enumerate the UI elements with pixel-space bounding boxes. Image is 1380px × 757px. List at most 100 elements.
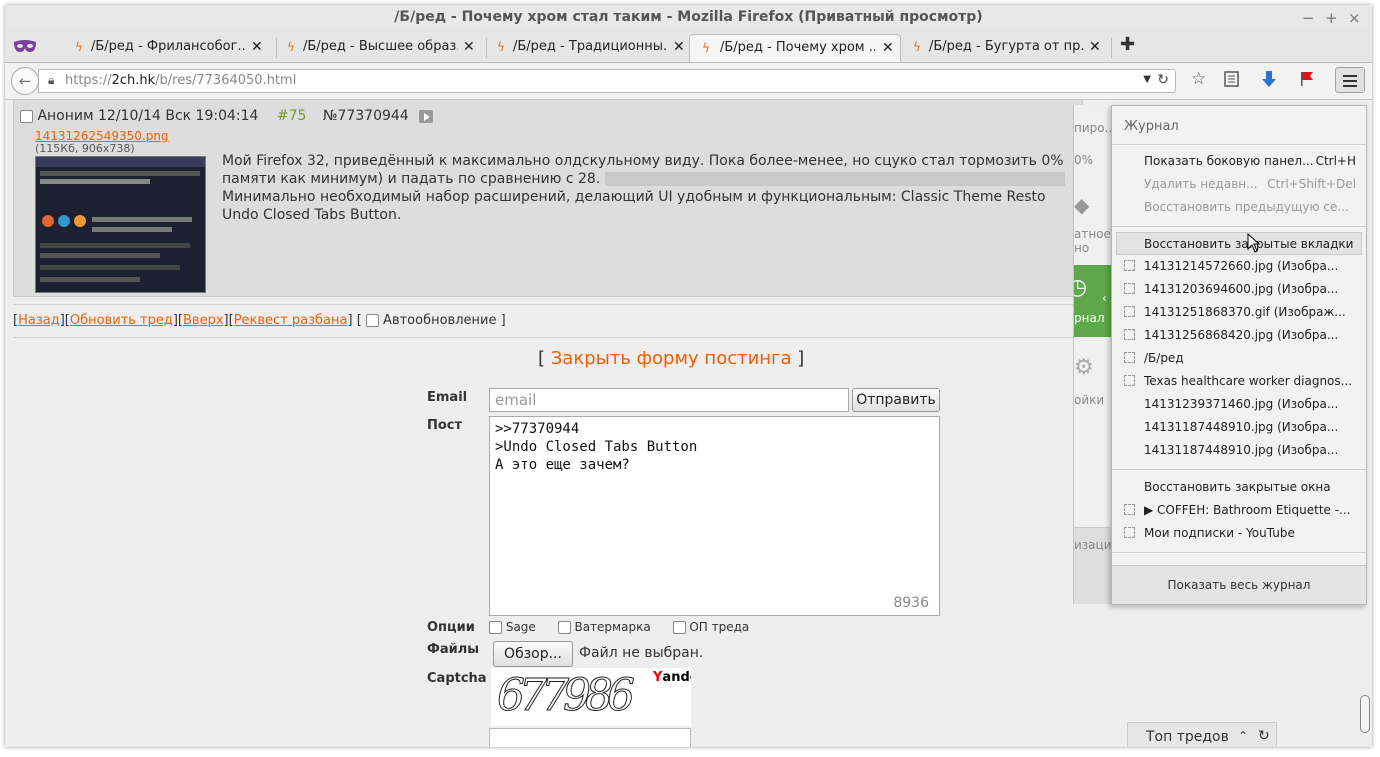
top-link[interactable]: Вверх <box>183 313 224 328</box>
closed-tab-item[interactable]: 14131256868420.jpg (Изобра... <box>1112 324 1366 347</box>
panel-text: пиро... <box>1074 121 1114 135</box>
post-line-1: Мой Firefox 32, приведённый к максимальн… <box>222 153 1037 169</box>
play-icon[interactable] <box>419 109 434 123</box>
post-id-link[interactable]: №77370944 <box>323 108 409 124</box>
browser-window: /Б/ред - Почему хром стал таким - Mozill… <box>5 5 1372 747</box>
tab-3[interactable]: ϟ /Б/ред - Традиционны... ✕ <box>487 34 693 62</box>
post-textarea[interactable]: >>77370944 >Undo Closed Tabs Button А эт… <box>489 416 940 616</box>
mouse-cursor-icon <box>1247 233 1261 253</box>
red-flag-icon[interactable] <box>1300 71 1314 91</box>
tab-5[interactable]: ϟ /Б/ред - Бугурта от пр... ✕ <box>903 34 1109 62</box>
closed-tab-item[interactable]: 14131203694600.jpg (Изобра... <box>1112 278 1366 301</box>
history-restore-session[interactable]: Восстановить предыдущую се... <box>1112 196 1366 219</box>
panel-text: 0% <box>1074 153 1094 167</box>
op-thread-checkbox[interactable] <box>672 621 686 634</box>
tab-close-icon[interactable]: ✕ <box>1089 39 1101 55</box>
history-show-sidebar[interactable]: Показать боковую панел... Ctrl+H <box>1112 150 1366 173</box>
tab-close-icon[interactable]: ✕ <box>882 40 894 56</box>
closed-tab-item[interactable]: 14131187448910.jpg (Изобра... <box>1112 439 1366 462</box>
clock-icon: ◷ <box>1074 275 1087 300</box>
closed-tab-item[interactable]: 14131187448910.jpg (Изобра... <box>1112 416 1366 439</box>
captcha-image[interactable]: 677986 Yandex <box>491 668 691 726</box>
closed-tab-item[interactable]: /Б/ред <box>1112 347 1366 370</box>
closed-tab-item[interactable]: 14131239371460.jpg (Изобра... <box>1112 393 1366 416</box>
bookmark-star-icon[interactable]: ☆ <box>1191 69 1206 89</box>
unban-request-link[interactable]: Реквест разбана <box>234 313 348 328</box>
maximize-button[interactable]: + <box>1325 9 1338 27</box>
refresh-icon[interactable]: ↻ <box>1258 728 1270 744</box>
highlight-bar <box>604 172 1065 186</box>
reload-icon[interactable]: ↻ <box>1157 72 1169 88</box>
minimize-button[interactable]: − <box>1302 9 1315 27</box>
page-favicon-icon <box>1124 283 1135 294</box>
history-item-label: 14131203694600.jpg (Изобра... <box>1144 282 1339 296</box>
yandex-logo: Yandex <box>653 670 691 685</box>
divider <box>1112 226 1366 227</box>
panel-text: рнал <box>1074 311 1105 325</box>
post-body: Мой Firefox 32, приведённый к максимальн… <box>222 152 1072 224</box>
divider <box>13 304 1073 305</box>
private-mask-icon <box>14 40 36 52</box>
autorefresh-checkbox[interactable] <box>365 314 379 327</box>
submit-button[interactable]: Отправить <box>852 388 940 412</box>
email-input[interactable]: email <box>489 388 849 412</box>
history-restore-closed-tabs[interactable]: Восстановить закрытые вкладки <box>1116 232 1362 255</box>
history-menu-item[interactable]: ◷ ‹ рнал <box>1074 265 1114 337</box>
history-item-label: Мои подписки - YouTube <box>1144 526 1295 540</box>
char-counter: 8936 <box>893 595 929 611</box>
captcha-input[interactable] <box>489 728 691 747</box>
sage-checkbox[interactable] <box>489 621 502 634</box>
history-clear-recent[interactable]: Удалить недавн... Ctrl+Shift+Del <box>1112 173 1366 196</box>
back-button[interactable]: ← <box>11 67 39 95</box>
tab-separator <box>1111 38 1112 58</box>
browse-button[interactable]: Обзор... <box>493 641 573 667</box>
tab-close-icon[interactable]: ✕ <box>251 39 263 55</box>
close-window-button[interactable]: × <box>1348 9 1361 27</box>
url-dropdown-icon[interactable]: ▼ <box>1143 74 1151 85</box>
reading-list-icon[interactable] <box>1224 71 1239 91</box>
attachment-link[interactable]: 14131262549350.png <box>35 129 169 143</box>
page-favicon-icon <box>1124 527 1135 538</box>
closed-window-item[interactable]: ▶ COFFEH: Bathroom Etiquette -... <box>1112 499 1366 522</box>
download-arrow-icon[interactable] <box>1262 71 1276 91</box>
top-threads-widget[interactable]: Топ тредов ⌃ ↻ <box>1127 722 1277 747</box>
tab-close-icon[interactable]: ✕ <box>463 39 475 55</box>
closed-window-item[interactable]: Мои подписки - YouTube <box>1112 522 1366 545</box>
post-label: Пост <box>427 418 463 433</box>
tab-1[interactable]: ϟ /Б/ред - Фрилансобог... ✕ <box>65 34 271 62</box>
page-favicon-icon <box>1124 260 1135 271</box>
history-restore-closed-windows[interactable]: Восстановить закрытые окна <box>1112 476 1366 499</box>
closed-tab-item[interactable]: 14131214572660.jpg (Изобра... <box>1112 255 1366 278</box>
post-textarea-line: >Undo Closed Tabs Button <box>495 439 698 455</box>
history-item-label: ▶ COFFEH: Bathroom Etiquette -... <box>1144 503 1351 517</box>
history-item-shortcut: Ctrl+Shift+Del <box>1267 177 1356 191</box>
hamburger-menu-button[interactable] <box>1335 67 1365 93</box>
tab-4-active[interactable]: ϟ /Б/ред - Почему хром ... ✕ <box>689 34 901 62</box>
chevron-up-icon[interactable]: ⌃ <box>1238 729 1248 743</box>
post-header: Аноним 12/10/14 Вск 19:04:14 #75 №773709… <box>20 108 434 124</box>
page-scrollbar-thumb[interactable] <box>1360 695 1370 733</box>
closed-tab-item[interactable]: 14131251868370.gif (Изображ... <box>1112 301 1366 324</box>
captcha-digits: 677986 <box>497 670 636 722</box>
panel-text: атное <box>1074 227 1111 241</box>
show-all-history-button[interactable]: Показать весь журнал <box>1112 565 1366 604</box>
history-item-label: 14131251868370.gif (Изображ... <box>1144 305 1346 319</box>
files-label: Файлы <box>427 642 480 657</box>
tab-2[interactable]: ϟ /Б/ред - Высшее образ... ✕ <box>277 34 483 62</box>
history-item-shortcut: Ctrl+H <box>1315 154 1356 168</box>
attachment-thumbnail[interactable] <box>35 156 206 293</box>
tab-close-icon[interactable]: ✕ <box>673 39 685 55</box>
post-select-checkbox[interactable] <box>20 109 33 123</box>
closed-tab-item[interactable]: Texas healthcare worker diagnos... <box>1112 370 1366 393</box>
back-link[interactable]: Назад <box>18 313 60 328</box>
post-line-2: памяти как минимум) и падать по сравнени… <box>222 171 601 187</box>
url-bar[interactable]: 🔒︎ https://2ch.hk/b/res/77364050.html ▼ … <box>38 69 1176 93</box>
close-form-link[interactable]: Закрыть форму постинга <box>551 348 792 369</box>
new-tab-plus-icon[interactable]: ✚ <box>1120 34 1135 55</box>
captcha-label: Captcha <box>427 671 487 686</box>
watermark-checkbox[interactable] <box>557 621 571 634</box>
lock-icon: 🔒︎ <box>48 73 55 87</box>
thread-post: Аноним 12/10/14 Вск 19:04:14 #75 №773709… <box>13 100 1083 297</box>
post-textarea-line: А это еще зачем? <box>495 457 630 473</box>
refresh-thread-link[interactable]: Обновить тред <box>70 313 173 328</box>
